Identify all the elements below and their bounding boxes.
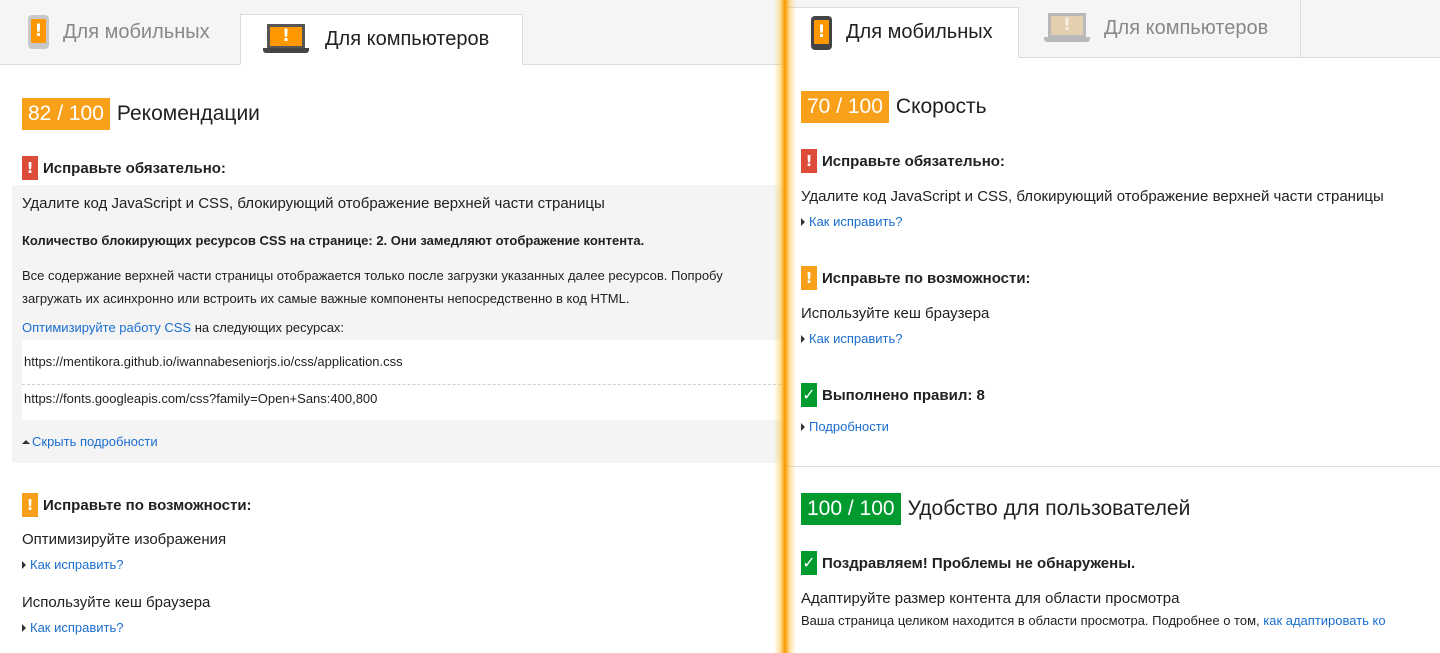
resource-separator [22, 384, 786, 385]
tab-desktop[interactable]: Для компьютеров [1019, 0, 1301, 58]
how-to-fix-link[interactable]: Как исправить? [22, 557, 124, 572]
rule-title: Удалите код JavaScript и CSS, блокирующи… [801, 188, 1384, 205]
should-fix-heading: ! Исправьте по возможности: [801, 266, 1031, 290]
laptop-icon [263, 23, 309, 56]
phone-icon [28, 15, 49, 49]
device-tabs: Для мобильных Для компьютеров [0, 0, 786, 65]
tab-label: Для компьютеров [1104, 17, 1269, 39]
resource-url: https://mentikora.github.io/iwannabeseni… [24, 354, 403, 369]
score-title: Скорость [895, 95, 987, 118]
resource-url: https://fonts.googleapis.com/css?family=… [24, 391, 378, 406]
rule-description: Все содержание верхней части страницы от… [22, 268, 723, 283]
score-badge: 100 / 100 [801, 493, 901, 525]
tab-mobile[interactable]: Для мобильных [786, 7, 1019, 58]
triangle-right-icon [22, 560, 26, 569]
triangle-right-icon [801, 217, 805, 226]
section-divider [786, 466, 1440, 467]
tab-mobile[interactable]: Для мобильных [0, 0, 240, 65]
should-fix-heading: ! Исправьте по возможности: [22, 493, 252, 517]
exclamation-icon: ! [801, 266, 817, 290]
optimize-css-link[interactable]: Оптимизируйте работу CSS [22, 320, 191, 335]
triangle-right-icon [801, 334, 805, 343]
comparison-divider [774, 0, 796, 653]
exclamation-icon: ! [22, 493, 38, 517]
resource-list [22, 340, 786, 420]
phone-icon [811, 15, 832, 50]
laptop-icon [1044, 12, 1090, 45]
hide-details-link[interactable]: Скрыть подробности [22, 434, 158, 449]
desktop-results-panel: Для мобильных Для компьютеров 82 / 100 Р… [0, 0, 786, 653]
rule-title: Удалите код JavaScript и CSS, блокирующи… [22, 195, 605, 212]
triangle-up-icon [22, 439, 30, 444]
score-badge: 82 / 100 [22, 98, 110, 130]
speed-score-row: 70 / 100 Скорость [801, 91, 987, 123]
rule-title: Оптимизируйте изображения [22, 531, 227, 548]
score-title: Удобство для пользователей [907, 497, 1191, 520]
congrats-heading: ✓ Поздравляем! Проблемы не обнаружены. [801, 551, 1135, 575]
exclamation-icon: ! [22, 156, 38, 180]
tab-label: Для мобильных [846, 21, 993, 43]
triangle-right-icon [22, 623, 26, 632]
rule-description: Ваша страница целиком находится в област… [801, 613, 1386, 628]
score-title: Рекомендации [116, 102, 260, 125]
triangle-right-icon [801, 422, 805, 431]
adapt-content-link[interactable]: как адаптировать ко [1263, 613, 1385, 628]
device-tabs: Для мобильных Для компьютеров [786, 0, 1440, 58]
checkmark-icon: ✓ [801, 551, 817, 575]
must-fix-heading: ! Исправьте обязательно: [801, 149, 1005, 173]
rule-title: Адаптируйте размер контента для области … [801, 590, 1180, 607]
details-link[interactable]: Подробности [801, 419, 889, 434]
passed-rules-heading: ✓ Выполнено правил: 8 [801, 383, 985, 407]
tab-desktop[interactable]: Для компьютеров [240, 14, 523, 65]
rule-title: Используйте кеш браузера [801, 305, 990, 322]
how-to-fix-link[interactable]: Как исправить? [801, 331, 903, 346]
usability-score-row: 100 / 100 Удобство для пользователей [801, 493, 1190, 525]
score-badge: 70 / 100 [801, 91, 889, 123]
mobile-results-panel: Для мобильных Для компьютеров 70 / 100 С… [786, 0, 1440, 653]
exclamation-icon: ! [801, 149, 817, 173]
how-to-fix-link[interactable]: Как исправить? [801, 214, 903, 229]
tab-label: Для мобильных [63, 20, 210, 43]
rule-summary: Количество блокирующих ресурсов CSS на с… [22, 233, 645, 248]
tab-label: Для компьютеров [325, 28, 490, 50]
rule-title: Используйте кеш браузера [22, 594, 211, 611]
rule-description: загружать их асинхронно или встроить их … [22, 291, 630, 306]
how-to-fix-link[interactable]: Как исправить? [22, 620, 124, 635]
score-row: 82 / 100 Рекомендации [22, 98, 260, 130]
optimize-line: Оптимизируйте работу CSS на следующих ре… [22, 320, 345, 335]
checkmark-icon: ✓ [801, 383, 817, 407]
must-fix-heading: ! Исправьте обязательно: [22, 156, 226, 180]
